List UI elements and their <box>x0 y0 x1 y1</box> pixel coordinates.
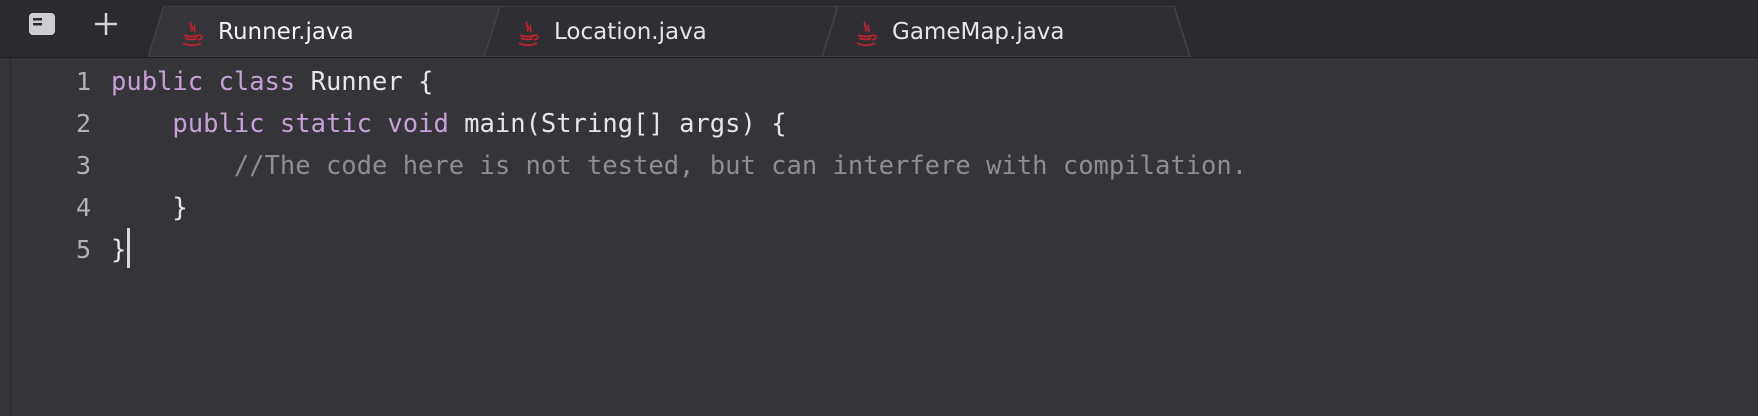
java-cup-icon <box>182 21 203 47</box>
tab-label: GameMap.java <box>892 19 1065 45</box>
keyword-token: void <box>387 109 449 139</box>
tab-runner[interactable]: Runner.java <box>148 6 528 57</box>
code-editor-window: Runner.java Location.java GameMap.java 1 pu… <box>0 0 1758 416</box>
keyword-token: class <box>218 67 296 97</box>
code-token: } <box>111 193 188 223</box>
tab-list: Runner.java Location.java GameMap.java <box>0 0 1758 57</box>
comment-token: //The code here is not tested, but can i… <box>233 151 1248 181</box>
line-number: 4 <box>75 193 91 222</box>
line-number: 2 <box>75 109 91 138</box>
line-number: 1 <box>75 67 91 96</box>
code-text[interactable]: //The code here is not tested, but can i… <box>111 145 1247 187</box>
code-line: 2 public static void main(String[] args)… <box>11 103 1758 145</box>
code-token: Runner { <box>295 67 434 97</box>
tab-label: Runner.java <box>218 19 354 45</box>
line-number: 5 <box>75 235 91 264</box>
code-token: } <box>111 235 127 265</box>
code-text[interactable]: public class Runner { <box>111 61 433 103</box>
code-editor[interactable]: 1 public class Runner {2 public static vo… <box>10 58 1758 416</box>
code-line: 3 //The code here is not tested, but can… <box>11 145 1758 187</box>
code-line: 5} <box>11 228 1758 271</box>
code-text[interactable]: } <box>111 187 188 229</box>
tab-gamemap[interactable]: GameMap.java <box>822 6 1202 57</box>
line-number: 3 <box>75 151 91 180</box>
keyword-token: public <box>172 109 265 139</box>
tab-bar: Runner.java Location.java GameMap.java <box>0 0 1758 58</box>
code-text[interactable]: } <box>111 228 131 271</box>
keyword-token: static <box>279 109 373 139</box>
code-line: 4 } <box>11 187 1758 229</box>
code-text[interactable]: public static void main(String[] args) { <box>111 103 787 145</box>
tab-label: Location.java <box>554 19 707 45</box>
java-cup-icon <box>518 21 539 47</box>
code-line: 1 public class Runner { <box>11 61 1758 103</box>
text-cursor <box>127 228 131 268</box>
code-token: main(String[] args) { <box>448 109 787 139</box>
tab-location[interactable]: Location.java <box>484 6 864 57</box>
java-cup-icon <box>856 21 877 47</box>
keyword-token: public <box>111 67 204 97</box>
